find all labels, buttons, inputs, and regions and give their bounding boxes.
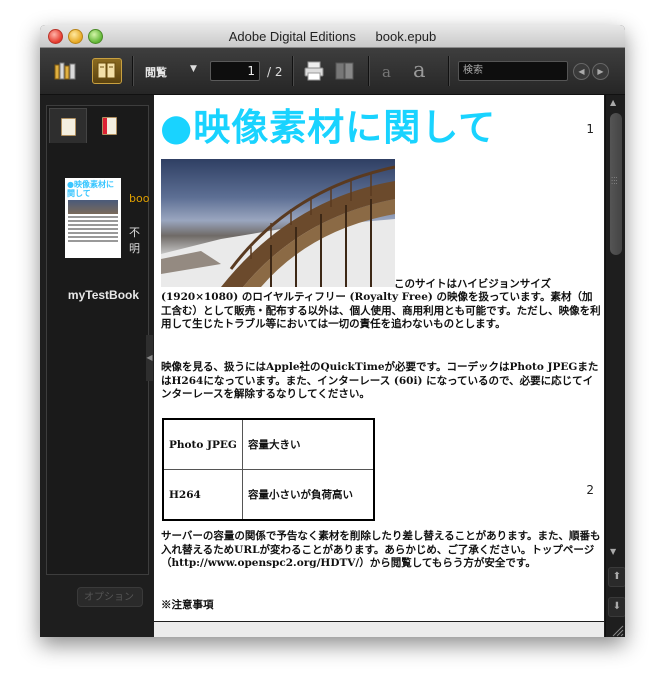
scroll-up-icon[interactable]: ▲: [610, 98, 616, 107]
book-name[interactable]: myTestBook: [47, 288, 160, 302]
book-view-icon[interactable]: [92, 58, 122, 84]
book-meta-title: boo: [129, 192, 150, 205]
app-window: Adobe Digital Editions book.epub 閲覧 ▼ 1 …: [40, 25, 625, 637]
window-title: Adobe Digital Editions book.epub: [40, 29, 625, 44]
sidebar: ●映像素材に関して boo 不明 myTestBook オプション ◀: [40, 95, 153, 637]
book-meta-author: 不明: [129, 226, 140, 255]
page-list-icon: [61, 118, 76, 136]
book-content: ●映像素材に関して 1 このサイトはハイビジョンサイズ (1920×1080) …: [154, 95, 604, 621]
vertical-scrollbar[interactable]: ▲ ··· ··· ··· ▼ ⬆ ⬇: [605, 95, 625, 637]
decrease-font-button[interactable]: a: [382, 63, 391, 81]
next-page-icon[interactable]: ⬇: [608, 597, 625, 617]
toolbar-separator: [292, 56, 294, 86]
page-thumbnail[interactable]: ●映像素材に関して: [65, 178, 121, 258]
table-row: H264 容量小さいが負荷高い: [162, 469, 375, 521]
resize-grip-icon[interactable]: [610, 622, 624, 637]
collapse-sidebar-handle[interactable]: ◀: [146, 335, 153, 381]
table-cell-codec: H264: [162, 469, 243, 521]
codec-table: Photo JPEG 容量大きい H264 容量小さいが負荷高い: [162, 418, 375, 521]
library-icon[interactable]: [54, 61, 78, 81]
previous-page-icon[interactable]: ⬆: [608, 567, 625, 587]
toolbar-separator: [132, 56, 134, 86]
title-bar: Adobe Digital Editions book.epub: [40, 25, 625, 48]
toolbar: 閲覧 ▼ 1 / 2 a a 検索 ◀ ▶: [40, 48, 625, 95]
printer-icon[interactable]: [303, 60, 325, 82]
bottom-bar: [154, 622, 604, 637]
toolbar-separator: [448, 56, 450, 86]
bookmark-icon[interactable]: [335, 60, 355, 82]
toolbar-separator: [368, 56, 370, 86]
page-number-input[interactable]: 1: [210, 61, 260, 81]
thumbnail-photo: [68, 200, 118, 214]
chevron-left-icon[interactable]: ◀: [573, 63, 590, 80]
page-number-1: 1: [586, 122, 594, 136]
page-number-2: 2: [586, 483, 594, 497]
app-name: Adobe Digital Editions: [228, 29, 356, 44]
paragraph-1: (1920×1080) のロイヤルティフリー (Royalty Free) の映…: [161, 291, 601, 330]
page-heading: ●映像素材に関して: [160, 106, 497, 149]
sidebar-panel: ●映像素材に関して boo 不明 myTestBook: [46, 105, 149, 575]
tab-thumbnails[interactable]: [49, 108, 87, 143]
paragraph-3: サーバーの容量の関係で予告なく素材を削除したり差し替えることがあります。また、順…: [161, 530, 601, 569]
file-name: book.epub: [375, 29, 437, 44]
scroll-down-icon[interactable]: ▼: [610, 547, 616, 556]
view-mode-label[interactable]: 閲覧: [145, 64, 167, 80]
table-row: Photo JPEG 容量大きい: [162, 418, 375, 470]
options-button[interactable]: オプション: [77, 587, 143, 607]
thumbnail-title: ●映像素材に関して: [67, 180, 114, 198]
chevron-down-icon[interactable]: ▼: [190, 64, 197, 74]
table-cell-note: 容量小さいが負荷高い: [242, 469, 375, 521]
chevron-right-icon[interactable]: ▶: [592, 63, 609, 80]
paragraph-2: 映像を見る、扱うにはApple社のQuickTimeが必要です。コーデックはPh…: [161, 361, 599, 400]
search-input[interactable]: 検索: [458, 61, 568, 81]
total-pages: / 2: [267, 65, 283, 79]
table-cell-note: 容量大きい: [242, 418, 375, 470]
paragraph-1-inline: このサイトはハイビジョンサイズ: [394, 278, 551, 290]
increase-font-button[interactable]: a: [413, 58, 426, 82]
paragraph-4: ※注意事項: [161, 599, 214, 611]
tab-bookmarks[interactable]: [91, 108, 127, 142]
table-cell-codec: Photo JPEG: [162, 418, 243, 470]
bookmark-page-icon: [102, 117, 117, 135]
bridge-photo: [161, 159, 395, 287]
grip-icon: ··· ··· ···: [611, 174, 618, 188]
